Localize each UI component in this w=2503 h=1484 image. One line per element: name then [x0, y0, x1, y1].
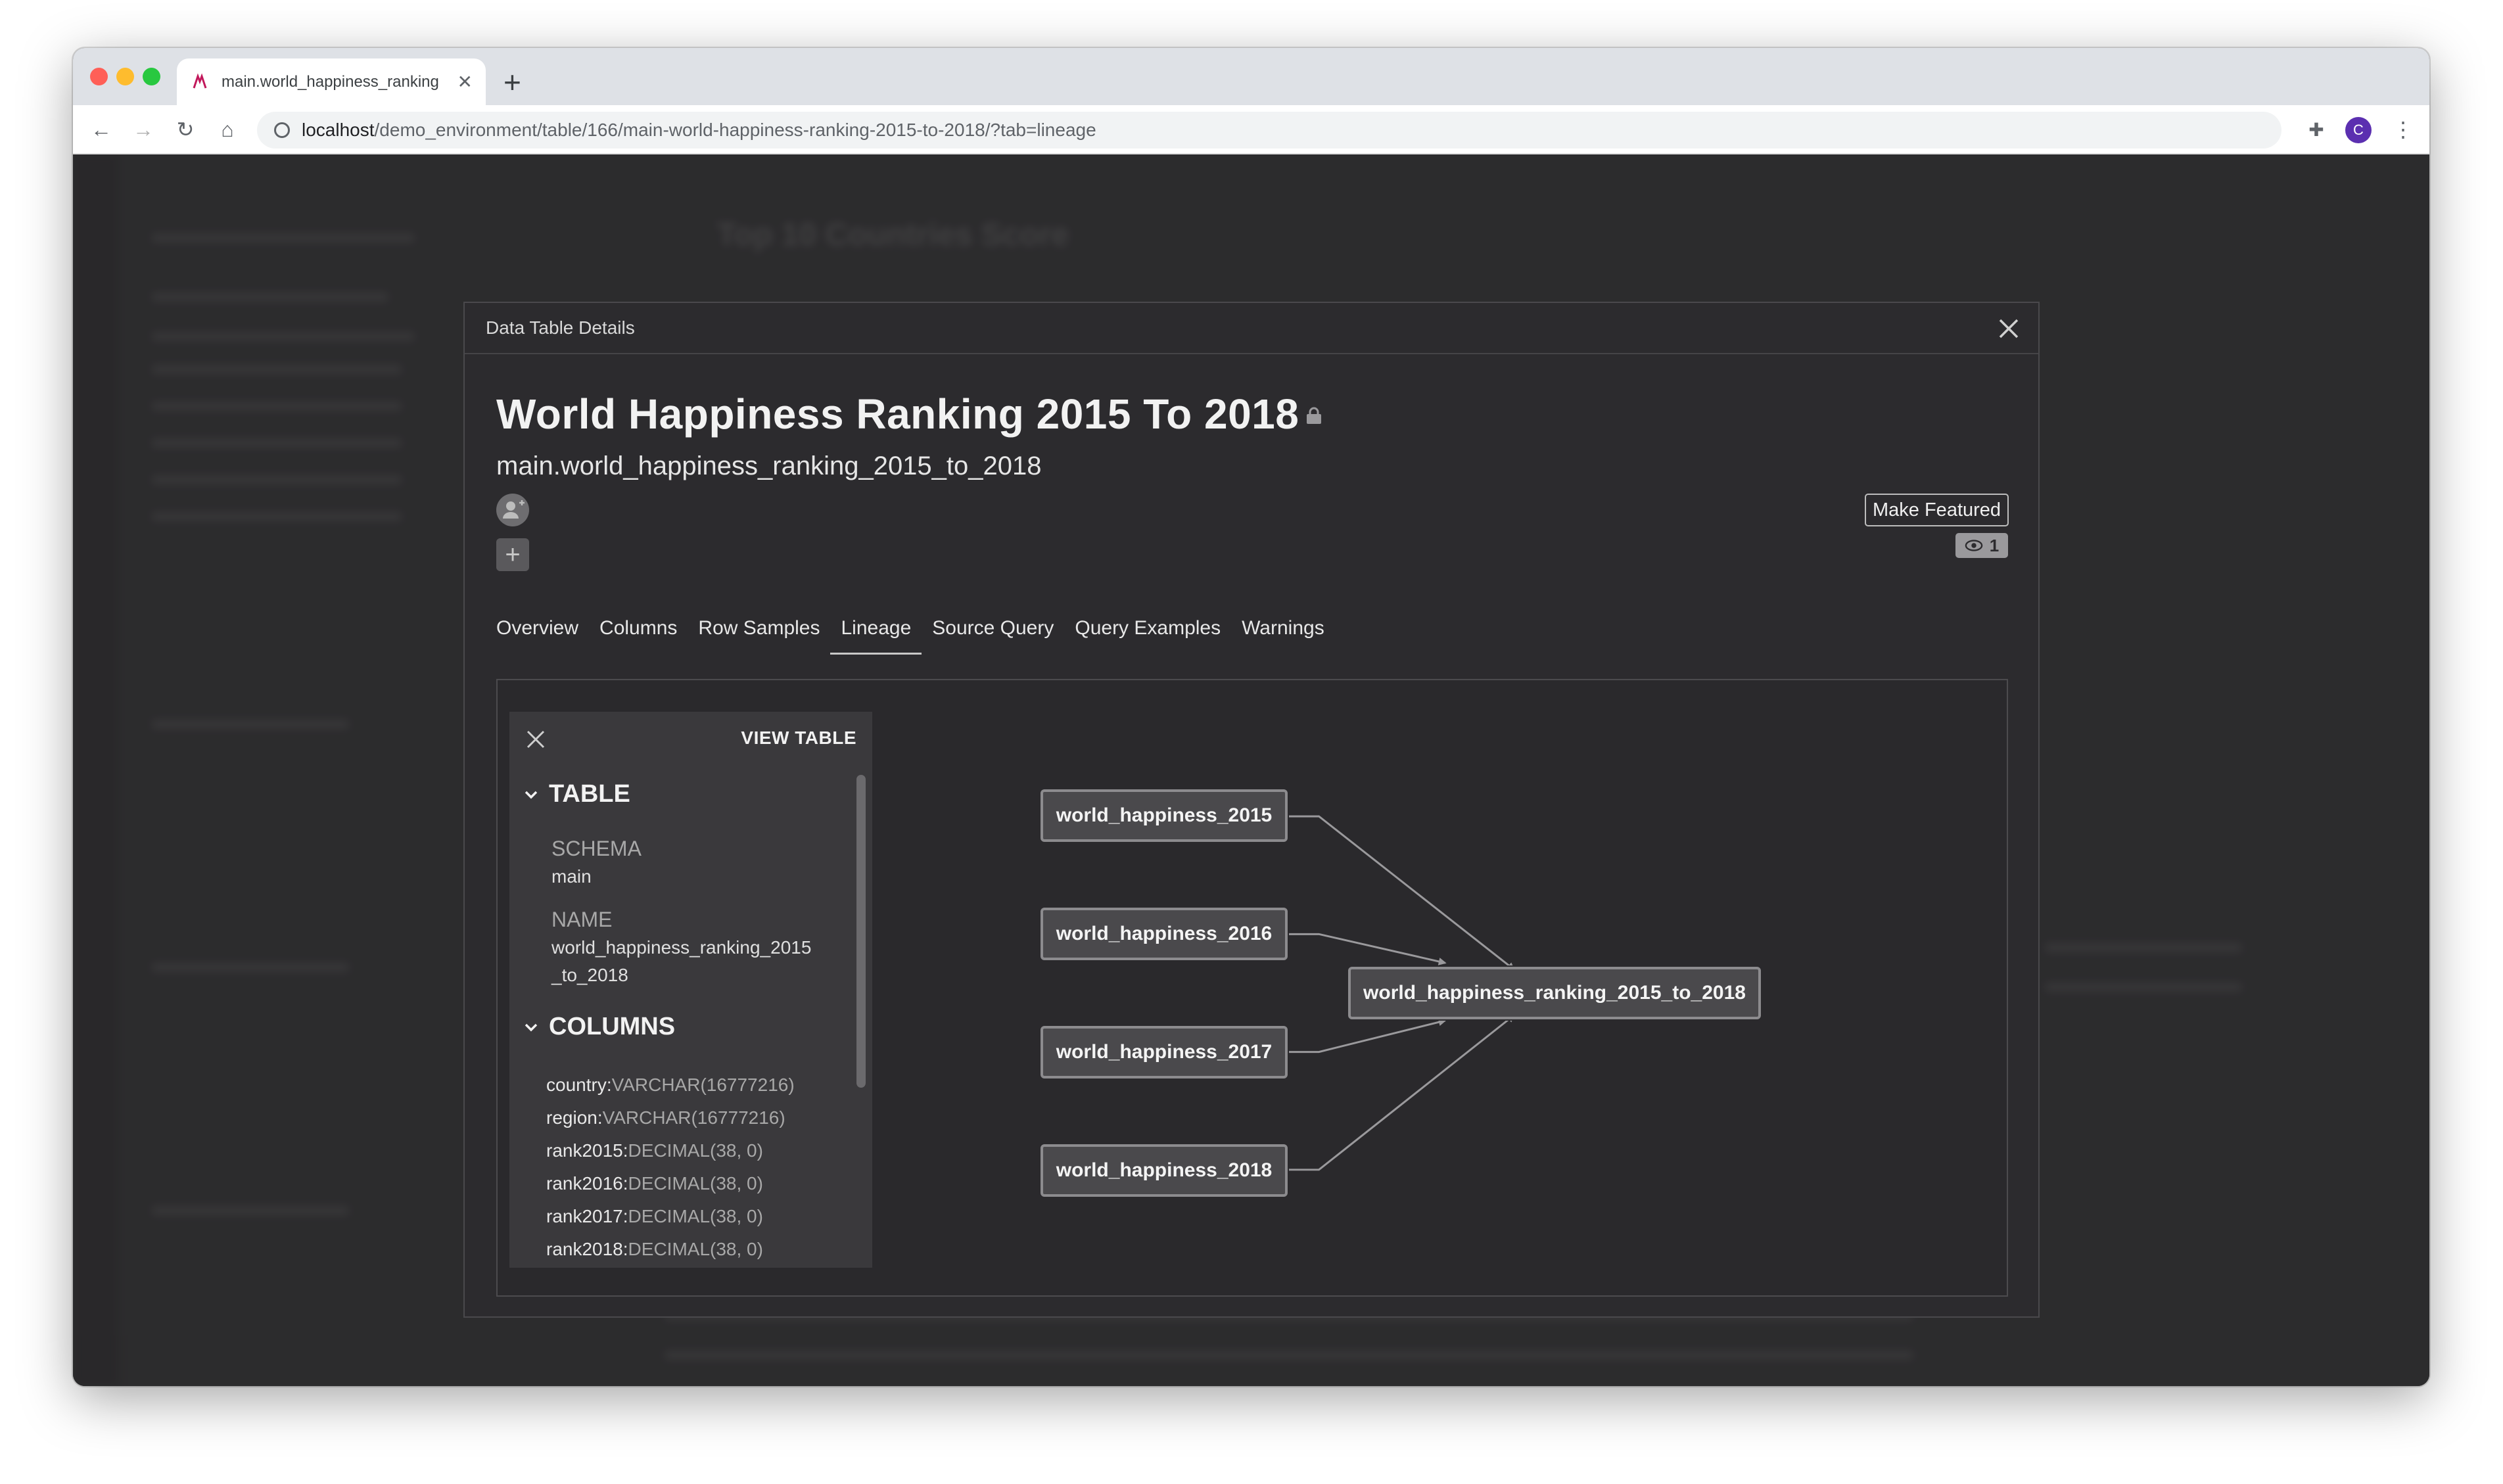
edge-2018 — [1286, 1014, 1515, 1171]
column-name: rank2018: — [546, 1239, 628, 1259]
add-tag-button[interactable]: + — [496, 538, 529, 571]
make-featured-button[interactable]: Make Featured — [1865, 494, 2009, 526]
column-name: rank2016: — [546, 1173, 628, 1194]
modal-header-title: Data Table Details — [486, 317, 635, 338]
eye-icon — [1965, 540, 1983, 551]
lineage-node-2017[interactable]: world_happiness_2017 — [1041, 1026, 1288, 1078]
column-type: DECIMAL(38, 0) — [628, 1206, 763, 1226]
tab-columns[interactable]: Columns — [589, 617, 688, 655]
extensions-puzzle-icon[interactable]: ✚ — [2301, 114, 2331, 145]
address-bar[interactable]: localhost/demo_environment/table/166/mai… — [257, 112, 2281, 149]
lineage-node-2016[interactable]: world_happiness_2016 — [1041, 908, 1288, 960]
site-favicon-icon — [193, 73, 207, 88]
column-name: region: — [546, 1107, 603, 1128]
tab-row-samples[interactable]: Row Samples — [688, 617, 830, 655]
tab-close-icon[interactable]: ✕ — [457, 71, 473, 93]
column-type: VARCHAR(16777216) — [602, 1107, 785, 1128]
chevron-down-icon — [525, 791, 538, 799]
modal-header: Data Table Details — [465, 303, 2038, 354]
tab-overview[interactable]: Overview — [496, 617, 589, 655]
schema-value: main — [551, 866, 592, 887]
page-title: World Happiness Ranking 2015 To 2018 — [496, 390, 1299, 438]
minimize-window-button[interactable] — [116, 68, 134, 85]
chevron-down-icon — [525, 1023, 538, 1031]
column-item: country:VARCHAR(16777216) — [546, 1075, 795, 1096]
lineage-node-2018[interactable]: world_happiness_2018 — [1041, 1144, 1288, 1197]
tab-query-examples[interactable]: Query Examples — [1064, 617, 1231, 655]
lineage-panel: VIEW TABLE TABLE SCHEMA main NAME world_… — [496, 679, 2008, 1297]
column-item: rank2018:DECIMAL(38, 0) — [546, 1239, 763, 1260]
new-tab-icon[interactable]: + — [503, 62, 521, 102]
columns-section-label: COLUMNS — [549, 1013, 676, 1040]
page-content: Top 10 Countries Score Data Table Detail… — [73, 154, 2429, 1386]
add-owner-icon[interactable] — [496, 494, 529, 526]
name-value: world_happiness_ranking_2015_to_2018 — [551, 937, 812, 985]
column-name: rank2017: — [546, 1206, 628, 1226]
lock-icon — [1307, 407, 1321, 424]
profile-avatar[interactable]: C — [2345, 117, 2372, 143]
column-item: region:VARCHAR(16777216) — [546, 1107, 785, 1128]
column-name: rank2015: — [546, 1140, 628, 1161]
browser-tab[interactable]: main.world_happiness_ranking ✕ — [177, 58, 486, 105]
table-full-name: main.world_happiness_ranking_2015_to_201… — [496, 452, 1042, 480]
schema-label: SCHEMA — [551, 837, 642, 860]
view-table-button[interactable]: VIEW TABLE — [741, 728, 856, 749]
home-icon[interactable]: ⌂ — [212, 114, 243, 145]
sidebar-close-icon[interactable] — [524, 728, 548, 751]
lineage-node-target[interactable]: world_happiness_ranking_2015_to_2018 — [1348, 967, 1761, 1019]
site-info-icon[interactable] — [274, 122, 290, 138]
edge-2017 — [1286, 1018, 1447, 1054]
edge-2015 — [1286, 815, 1515, 971]
table-section-label: TABLE — [549, 780, 630, 808]
forward-arrow-icon[interactable]: → — [128, 114, 158, 145]
column-item: rank2017:DECIMAL(38, 0) — [546, 1206, 763, 1227]
tab-warnings[interactable]: Warnings — [1231, 617, 1335, 655]
lineage-detail-sidebar: VIEW TABLE TABLE SCHEMA main NAME world_… — [509, 712, 872, 1268]
column-type: VARCHAR(16777216) — [611, 1075, 795, 1095]
sidebar-scrollbar[interactable] — [856, 775, 866, 1088]
columns-section-toggle[interactable]: COLUMNS — [524, 1013, 675, 1041]
url-path: /demo_environment/table/166/main-world-h… — [374, 120, 1096, 140]
browser-tab-title: main.world_happiness_ranking — [222, 72, 439, 91]
column-item: rank2016:DECIMAL(38, 0) — [546, 1173, 763, 1194]
column-type: DECIMAL(38, 0) — [628, 1239, 763, 1259]
name-label: NAME — [551, 908, 613, 931]
column-item: rank2015:DECIMAL(38, 0) — [546, 1140, 763, 1161]
maximize-window-button[interactable] — [143, 68, 160, 85]
modal-close-icon[interactable] — [1996, 316, 2021, 341]
user-plus-icon — [503, 500, 525, 519]
tab-source-query[interactable]: Source Query — [922, 617, 1064, 655]
column-name: country: — [546, 1075, 612, 1095]
reload-icon[interactable]: ↻ — [170, 114, 200, 145]
column-type: DECIMAL(38, 0) — [628, 1140, 763, 1161]
detail-tabs: Overview Columns Row Samples Lineage Sou… — [496, 617, 1335, 655]
url-host: localhost — [302, 120, 375, 140]
lineage-node-2015[interactable]: world_happiness_2015 — [1041, 789, 1288, 842]
column-type: DECIMAL(38, 0) — [628, 1173, 763, 1194]
data-table-details-modal: Data Table Details World Happiness Ranki… — [463, 302, 2040, 1318]
edge-2016 — [1286, 933, 1447, 965]
view-count-badge: 1 — [1955, 533, 2008, 558]
browser-toolbar: ← → ↻ ⌂ localhost/demo_environment/table… — [73, 105, 2429, 154]
url-text: localhost/demo_environment/table/166/mai… — [302, 120, 1096, 141]
plus-icon: + — [505, 540, 521, 569]
close-window-button[interactable] — [90, 68, 108, 85]
browser-menu-icon[interactable]: ⋮ — [2388, 114, 2418, 145]
tab-bar: main.world_happiness_ranking ✕ + — [73, 48, 2429, 105]
view-count: 1 — [1989, 535, 2000, 555]
table-section-toggle[interactable]: TABLE — [524, 780, 630, 808]
browser-window: main.world_happiness_ranking ✕ + ← → ↻ ⌂… — [73, 48, 2429, 1386]
back-arrow-icon[interactable]: ← — [86, 114, 116, 145]
tab-lineage[interactable]: Lineage — [830, 617, 922, 655]
